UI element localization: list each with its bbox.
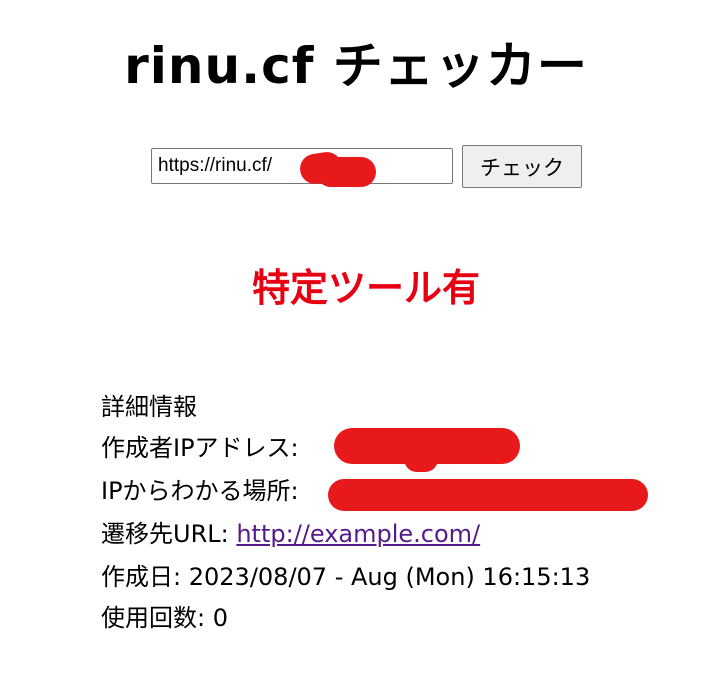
redaction-mark — [316, 157, 376, 187]
ip-location-label: IPからわかる場所: — [101, 477, 299, 505]
details-heading: 詳細情報 — [101, 393, 197, 421]
redirect-url-row: 遷移先URL: http://example.com/ — [101, 519, 480, 549]
usage-count-row: 使用回数: 0 — [101, 603, 228, 633]
created-date-value: 2023/08/07 - Aug (Mon) 16:15:13 — [188, 563, 591, 591]
created-date-label: 作成日: — [101, 563, 182, 591]
ip-location-row: IPからわかる場所: — [101, 476, 299, 506]
redaction-mark — [404, 446, 438, 472]
redirect-url-label: 遷移先URL: — [101, 520, 229, 548]
result-status: 特定ツール有 — [251, 266, 480, 310]
created-date-row: 作成日: 2023/08/07 - Aug (Mon) 16:15:13 — [101, 562, 590, 592]
usage-count-value: 0 — [212, 604, 229, 632]
creator-ip-label: 作成者IPアドレス: — [101, 434, 299, 462]
creator-ip-row: 作成者IPアドレス: — [101, 433, 299, 463]
redirect-url-link[interactable]: http://example.com/ — [236, 520, 480, 548]
page-title: rinu.cf チェッカー — [124, 37, 588, 95]
redaction-mark — [328, 479, 648, 511]
usage-count-label: 使用回数: — [101, 604, 206, 632]
check-button[interactable]: チェック — [462, 145, 582, 188]
